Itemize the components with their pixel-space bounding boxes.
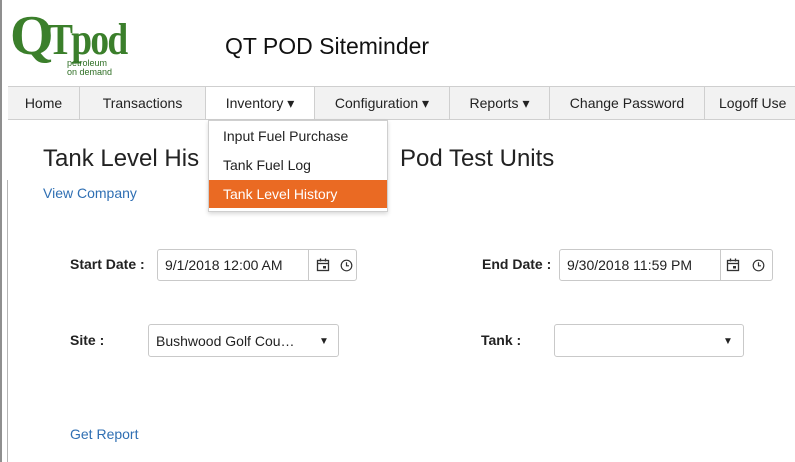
content-left-border bbox=[7, 180, 8, 462]
end-date-divider bbox=[720, 250, 721, 280]
qtpod-logo[interactable]: Q Tpod petroleum on demand bbox=[10, 5, 128, 78]
site-label: Site : bbox=[70, 332, 105, 348]
end-date-value: 9/30/2018 11:59 PM bbox=[567, 257, 693, 273]
nav-configuration[interactable]: Configuration ▾ bbox=[315, 87, 450, 119]
start-date-field[interactable]: 9/1/2018 12:00 AM bbox=[157, 249, 357, 281]
clock-icon[interactable] bbox=[340, 259, 353, 272]
view-company-link[interactable]: View Company bbox=[43, 185, 137, 201]
start-date-label: Start Date : bbox=[70, 256, 145, 272]
menu-item-tank-fuel-log[interactable]: Tank Fuel Log bbox=[209, 151, 387, 179]
logo-pod: Tpod bbox=[48, 15, 128, 64]
tank-select[interactable]: ▼ bbox=[554, 324, 744, 357]
nav-reports[interactable]: Reports ▾ bbox=[450, 87, 550, 119]
start-date-divider bbox=[308, 250, 309, 280]
inventory-dropdown-menu: Input Fuel Purchase Tank Fuel Log Tank L… bbox=[208, 120, 388, 212]
chevron-down-icon: ▼ bbox=[723, 336, 733, 347]
end-date-field[interactable]: 9/30/2018 11:59 PM bbox=[559, 249, 773, 281]
tank-label: Tank : bbox=[481, 332, 522, 348]
site-selected-value: Bushwood Golf Cou… bbox=[156, 333, 295, 349]
calendar-icon[interactable] bbox=[316, 258, 330, 272]
site-select[interactable]: Bushwood Golf Cou… ▼ bbox=[148, 324, 339, 357]
start-date-value: 9/1/2018 12:00 AM bbox=[165, 257, 283, 273]
chevron-down-icon: ▼ bbox=[319, 336, 329, 347]
nav-inventory[interactable]: Inventory ▾ bbox=[206, 87, 315, 119]
menu-item-input-fuel-purchase[interactable]: Input Fuel Purchase bbox=[209, 122, 387, 150]
logo-q: Q bbox=[10, 5, 54, 67]
end-date-label: End Date : bbox=[482, 256, 552, 272]
page-title-left: Tank Level His bbox=[43, 145, 200, 172]
calendar-icon[interactable] bbox=[726, 258, 740, 272]
nav-change-password[interactable]: Change Password bbox=[550, 87, 705, 119]
nav-logoff[interactable]: Logoff Use bbox=[705, 87, 795, 119]
logo-tagline-2: on demand bbox=[67, 67, 113, 77]
window-left-border bbox=[0, 0, 2, 462]
get-report-link[interactable]: Get Report bbox=[70, 426, 138, 442]
page-title-right: Pod Test Units bbox=[400, 145, 555, 172]
main-navbar: Home Transactions Inventory ▾ Configurat… bbox=[8, 86, 795, 120]
menu-item-tank-level-history[interactable]: Tank Level History bbox=[209, 180, 387, 208]
app-title: QT POD Siteminder bbox=[225, 33, 430, 59]
nav-transactions[interactable]: Transactions bbox=[80, 87, 206, 119]
nav-home[interactable]: Home bbox=[8, 87, 80, 119]
page-title: Tank Level His Pod Test Units bbox=[43, 145, 554, 173]
clock-icon[interactable] bbox=[752, 259, 765, 272]
